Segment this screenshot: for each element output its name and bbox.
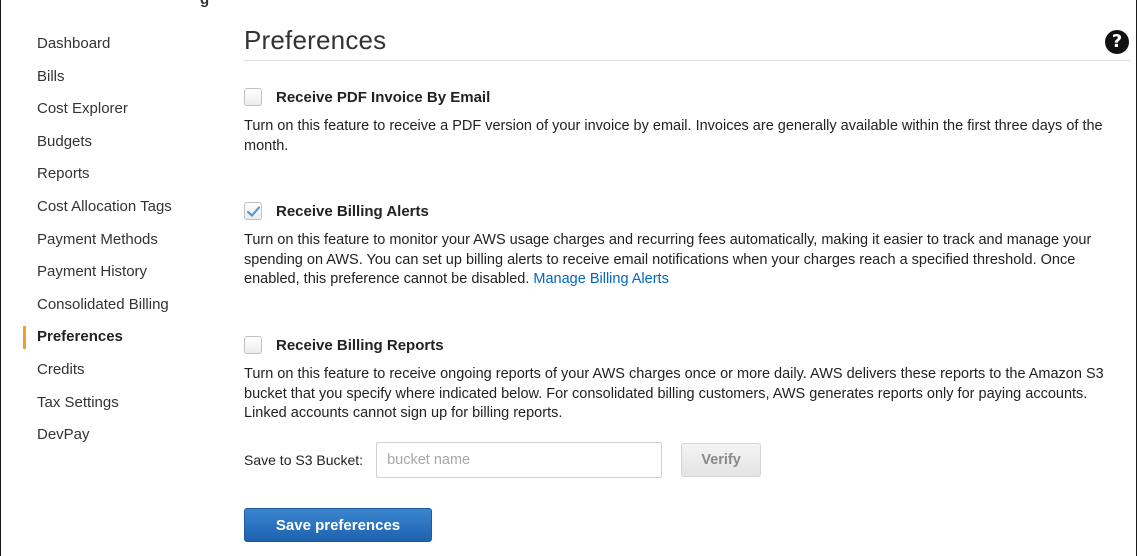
save-preferences-button[interactable]: Save preferences: [244, 508, 432, 542]
check-icon: [246, 205, 260, 217]
s3-bucket-row: Save to S3 Bucket: Verify: [244, 442, 762, 478]
s3-bucket-input[interactable]: [376, 442, 663, 478]
billing-reports-description: Turn on this feature to receive ongoing …: [244, 366, 1104, 421]
pref-pdf-invoice: Receive PDF Invoice By Email Turn on thi…: [244, 86, 1131, 156]
question-circle-icon[interactable]: ?: [1105, 30, 1129, 54]
sidebar-item-credits[interactable]: Credits: [0, 354, 215, 387]
sidebar-item-dashboard[interactable]: Dashboard: [0, 28, 215, 61]
sidebar-item-preferences[interactable]: Preferences: [0, 321, 215, 354]
billing-alerts-description: Turn on this feature to monitor your AWS…: [244, 231, 1131, 290]
page-title: Preferences: [244, 25, 387, 55]
sidebar-item-consolidated-billing[interactable]: Consolidated Billing: [0, 289, 215, 322]
pref-billing-reports: Receive Billing Reports Turn on this fea…: [244, 334, 1131, 424]
manage-billing-alerts-link[interactable]: Manage Billing Alerts: [533, 271, 668, 287]
title-divider: [244, 60, 1131, 61]
sidebar-item-payment-methods[interactable]: Payment Methods: [0, 224, 215, 257]
pdf-invoice-label: Receive PDF Invoice By Email: [276, 88, 491, 106]
billing-reports-checkbox[interactable]: [244, 336, 262, 354]
pref-billing-alerts: Receive Billing Alerts Turn on this feat…: [244, 200, 1131, 290]
sidebar-item-budgets[interactable]: Budgets: [0, 126, 215, 159]
billing-reports-label: Receive Billing Reports: [276, 336, 444, 354]
verify-button[interactable]: Verify: [681, 443, 762, 477]
header-fragment: g: [200, 0, 209, 8]
sidebar-item-payment-history[interactable]: Payment History: [0, 256, 215, 289]
sidebar-item-cost-allocation-tags[interactable]: Cost Allocation Tags: [0, 191, 215, 224]
s3-bucket-label: Save to S3 Bucket:: [244, 452, 364, 468]
sidebar-item-tax-settings[interactable]: Tax Settings: [0, 387, 215, 420]
sidebar-item-devpay[interactable]: DevPay: [0, 419, 215, 452]
pdf-invoice-description: Turn on this feature to receive a PDF ve…: [244, 118, 1103, 154]
sidebar-item-cost-explorer[interactable]: Cost Explorer: [0, 93, 215, 126]
pdf-invoice-checkbox[interactable]: [244, 88, 262, 106]
billing-alerts-label: Receive Billing Alerts: [276, 202, 429, 220]
sidebar-nav: Dashboard Bills Cost Explorer Budgets Re…: [0, 28, 215, 452]
sidebar-item-bills[interactable]: Bills: [0, 61, 215, 94]
sidebar-item-reports[interactable]: Reports: [0, 158, 215, 191]
billing-alerts-checkbox[interactable]: [244, 202, 262, 220]
main-content: Preferences ? Receive PDF Invoice By Ema…: [244, 0, 1131, 556]
